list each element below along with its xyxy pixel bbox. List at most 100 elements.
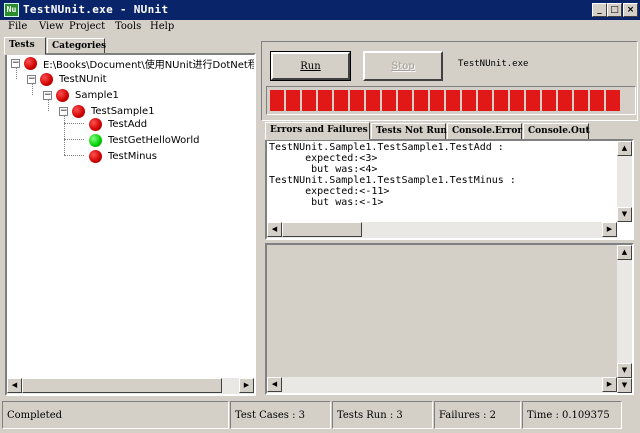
tree-node-label: TestMinus xyxy=(108,151,157,162)
tab-errors-and-failures[interactable]: Errors and Failures xyxy=(265,122,370,140)
tree-horizontal-scrollbar[interactable]: ◀ ▶ xyxy=(7,378,254,394)
error-line: expected:<3> xyxy=(269,153,378,164)
error-line: but was:<4> xyxy=(269,164,378,175)
collapse-icon[interactable]: − xyxy=(27,75,36,84)
minimize-button[interactable]: _ xyxy=(592,3,607,17)
tree-node-root[interactable]: − E:\Books\Document\使用NUnit进行DotNet程序 xyxy=(11,56,254,71)
progress-segment xyxy=(526,90,540,111)
progress-segment xyxy=(318,90,332,111)
title-bar[interactable]: Nu TestNUnit.exe - NUnit _ □ × xyxy=(0,0,640,20)
run-button-label: Run xyxy=(300,60,321,72)
failed-status-icon xyxy=(72,105,85,118)
progress-segment xyxy=(334,90,348,111)
window-title: TestNUnit.exe - NUnit xyxy=(23,3,169,16)
progress-segment xyxy=(590,90,604,111)
collapse-icon[interactable]: − xyxy=(11,59,20,68)
status-bar: Completed Test Cases : 3 Tests Run : 3 F… xyxy=(0,399,640,433)
failed-status-icon xyxy=(24,57,37,70)
progress-segment xyxy=(270,90,284,111)
tab-console-error[interactable]: Console.Error xyxy=(447,123,522,140)
scroll-down-icon[interactable]: ▼ xyxy=(617,378,632,393)
progress-segment xyxy=(462,90,476,111)
maximize-button[interactable]: □ xyxy=(607,3,622,17)
error-line: expected:<-11> xyxy=(269,186,390,197)
menu-view[interactable]: View xyxy=(39,21,64,32)
stack-trace-horizontal-scrollbar[interactable]: ◀ ▶ xyxy=(267,377,617,393)
test-tree[interactable]: − E:\Books\Document\使用NUnit进行DotNet程序 − … xyxy=(7,55,254,379)
tree-node-label: TestAdd xyxy=(108,119,148,130)
nunit-app-icon: Nu xyxy=(4,3,19,17)
test-tree-panel: − E:\Books\Document\使用NUnit进行DotNet程序 − … xyxy=(5,53,256,396)
scroll-left-icon[interactable]: ◀ xyxy=(267,222,282,237)
scroll-thumb[interactable] xyxy=(282,222,362,237)
tree-node-test[interactable]: TestAdd xyxy=(89,117,147,132)
scroll-up-icon[interactable]: ▲ xyxy=(617,141,632,156)
progress-segment xyxy=(430,90,444,111)
failed-status-icon xyxy=(56,89,69,102)
progress-segment xyxy=(574,90,588,111)
status-failures: Failures : 2 xyxy=(434,401,521,429)
failed-status-icon xyxy=(89,150,102,163)
progress-segment xyxy=(286,90,300,111)
scroll-down-icon[interactable]: ▼ xyxy=(617,363,632,378)
close-button[interactable]: × xyxy=(623,3,638,17)
progress-segment xyxy=(366,90,380,111)
progress-segment xyxy=(494,90,508,111)
progress-segment xyxy=(510,90,524,111)
error-line: TestNUnit.Sample1.TestSample1.TestAdd : xyxy=(269,142,504,153)
scroll-right-icon[interactable]: ▶ xyxy=(239,378,254,393)
scroll-left-icon[interactable]: ◀ xyxy=(7,378,22,393)
status-test-cases: Test Cases : 3 xyxy=(230,401,331,429)
tree-node-label: TestGetHelloWorld xyxy=(108,135,200,146)
error-line: but was:<-1> xyxy=(269,197,384,208)
errors-list[interactable]: TestNUnit.Sample1.TestSample1.TestAdd : … xyxy=(265,139,634,240)
scroll-left-icon[interactable]: ◀ xyxy=(267,377,282,392)
menu-help[interactable]: Help xyxy=(150,21,174,32)
stack-trace-panel[interactable]: ▲ ▼ ▼ ◀ ▶ xyxy=(265,243,634,395)
tab-tests-not-run[interactable]: Tests Not Run xyxy=(371,123,447,140)
scroll-right-icon[interactable]: ▶ xyxy=(602,222,617,237)
scroll-thumb[interactable] xyxy=(22,378,222,393)
menu-file[interactable]: File xyxy=(8,21,27,32)
run-button[interactable]: Run xyxy=(270,51,351,81)
menu-bar: File View Project Tools Help xyxy=(0,20,640,37)
tree-node-label: Sample1 xyxy=(75,90,119,101)
resize-grip-icon[interactable] xyxy=(623,401,638,429)
tree-node-test[interactable]: TestMinus xyxy=(89,149,157,164)
test-progress-bar xyxy=(266,86,636,115)
failed-status-icon xyxy=(89,118,102,131)
progress-segment xyxy=(542,90,556,111)
tree-node-namespace[interactable]: − Sample1 xyxy=(43,88,119,103)
progress-segment xyxy=(558,90,572,111)
menu-project[interactable]: Project xyxy=(69,21,105,32)
stop-button-label: Stop xyxy=(391,60,415,72)
assembly-name: TestNUnit.exe xyxy=(458,59,529,69)
tree-node-label: E:\Books\Document\使用NUnit进行DotNet程序 xyxy=(43,60,254,71)
errors-vertical-scrollbar[interactable]: ▲ ▼ xyxy=(617,141,632,222)
scroll-down-icon[interactable]: ▼ xyxy=(617,207,632,222)
collapse-icon[interactable]: − xyxy=(43,91,52,100)
tree-node-label: TestNUnit xyxy=(59,74,107,85)
status-tests-run: Tests Run : 3 xyxy=(332,401,433,429)
progress-segment xyxy=(606,90,620,111)
stack-trace-vertical-scrollbar[interactable]: ▲ ▼ ▼ xyxy=(617,245,632,393)
collapse-icon[interactable]: − xyxy=(59,107,68,116)
progress-segment xyxy=(382,90,396,111)
scroll-right-icon[interactable]: ▶ xyxy=(602,377,617,392)
tab-console-out[interactable]: Console.Out xyxy=(523,123,590,140)
tab-tests[interactable]: Tests xyxy=(4,37,46,55)
progress-segment xyxy=(478,90,492,111)
error-line: TestNUnit.Sample1.TestSample1.TestMinus … xyxy=(269,175,516,186)
tree-node-label: TestSample1 xyxy=(91,106,155,117)
tree-node-test[interactable]: TestGetHelloWorld xyxy=(89,133,200,148)
status-state: Completed xyxy=(2,401,229,429)
menu-tools[interactable]: Tools xyxy=(115,21,141,32)
status-time: Time : 0.109375 xyxy=(522,401,622,429)
passed-status-icon xyxy=(89,134,102,147)
progress-segment xyxy=(414,90,428,111)
progress-segment xyxy=(398,90,412,111)
scroll-up-icon[interactable]: ▲ xyxy=(617,245,632,260)
errors-horizontal-scrollbar[interactable]: ◀ ▶ xyxy=(267,222,617,238)
tree-node-project[interactable]: − TestNUnit xyxy=(27,72,107,87)
stop-button[interactable]: Stop xyxy=(363,51,443,81)
